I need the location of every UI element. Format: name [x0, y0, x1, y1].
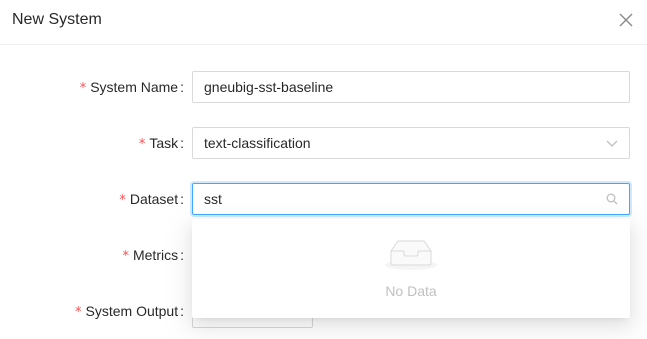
required-mark: *	[122, 249, 129, 264]
dataset-dropdown: No Data	[192, 219, 630, 318]
task-select-value: text-classification	[204, 135, 311, 151]
search-icon	[606, 193, 618, 205]
task-select[interactable]: text-classification	[192, 127, 630, 159]
required-mark: *	[75, 305, 82, 320]
dataset-search-select[interactable]: sst	[192, 183, 630, 215]
required-mark: *	[79, 81, 87, 96]
metrics-label: * Metrics:	[122, 247, 184, 264]
close-button[interactable]	[617, 11, 635, 29]
system-name-label: * System Name:	[79, 79, 184, 96]
modal-title: New System	[12, 11, 102, 28]
task-label: * Task:	[138, 135, 184, 152]
required-mark: *	[119, 193, 126, 208]
close-icon	[619, 13, 633, 27]
system-name-input[interactable]: gneubig-sst-baseline	[192, 71, 630, 103]
empty-text: No Data	[385, 283, 437, 299]
modal-header: New System	[0, 0, 647, 45]
system-output-label: * System Output:	[75, 303, 184, 320]
dataset-label: * Dataset:	[119, 191, 184, 208]
required-mark: *	[138, 137, 146, 152]
new-system-modal: New System * System Name: gneubig-sst-bas…	[0, 0, 647, 339]
empty-inbox-icon	[385, 240, 437, 270]
chevron-down-icon	[606, 140, 618, 147]
dataset-search-value: sst	[204, 191, 222, 207]
